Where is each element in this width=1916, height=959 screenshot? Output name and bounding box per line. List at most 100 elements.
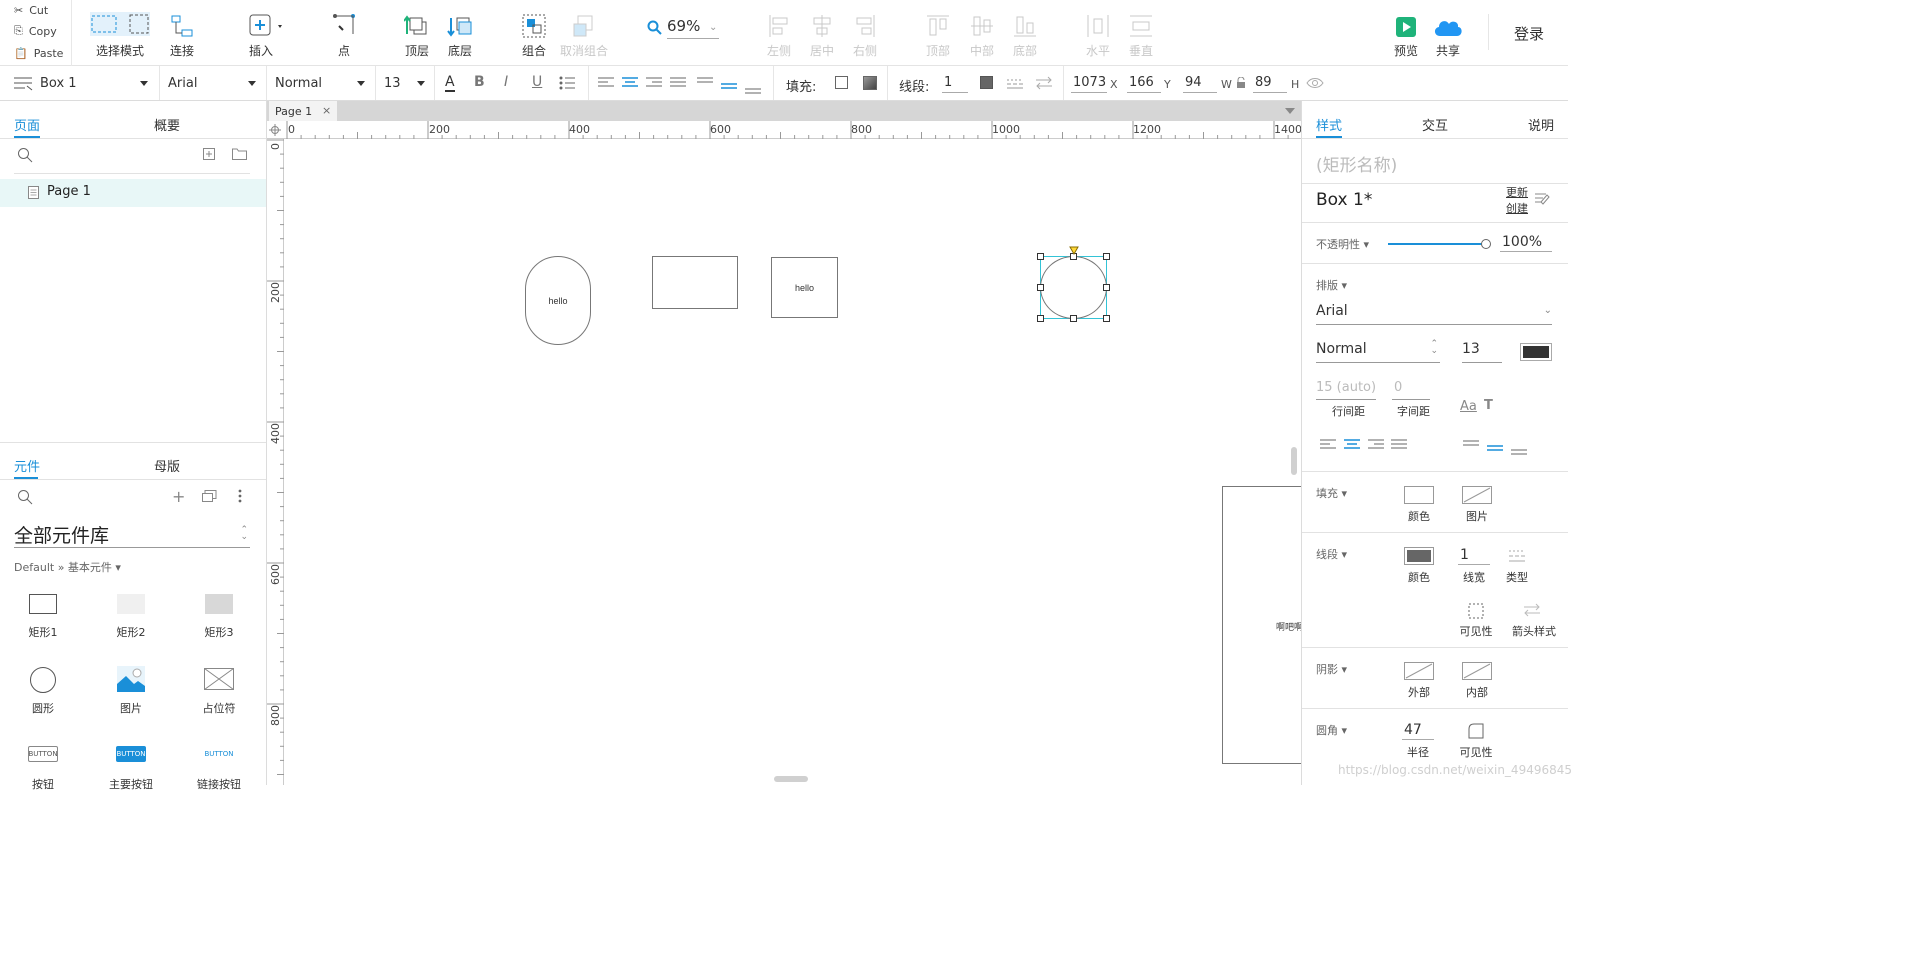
tab-widgets[interactable]: 元件 [14, 456, 40, 475]
canvas-area[interactable]: Page 1 × 0 200 400 600 800 1000 1200 140… [267, 101, 1301, 785]
typography-size-input[interactable]: 13 [1462, 341, 1502, 363]
shape-name-input[interactable]: (矩形名称) [1316, 151, 1397, 176]
rectangle-shape[interactable] [652, 256, 738, 309]
text-justify-icon[interactable] [670, 77, 686, 92]
widget-primary-button[interactable]: BUTTON 主要按钮 [109, 744, 153, 791]
paste-button[interactable]: 📋 Paste [14, 44, 63, 62]
tab-outline[interactable]: 概要 [154, 115, 180, 134]
fill-gradient-swatch[interactable] [863, 76, 877, 90]
copy-button[interactable]: ⎘ Copy [14, 22, 57, 40]
partial-box-shape[interactable]: 啊吧啊 [1222, 486, 1301, 764]
selected-circle-shape[interactable] [1037, 246, 1110, 322]
width-input[interactable]: 94 [1183, 73, 1217, 93]
widget-link-button[interactable]: BUTTON 链接按钮 [197, 744, 241, 791]
share-button[interactable]: 共享 [1431, 8, 1465, 59]
underline-icon[interactable]: U [532, 74, 542, 90]
align-center-button[interactable]: 居中 [808, 8, 836, 59]
vertical-scrollbar[interactable] [1291, 447, 1297, 475]
line-height-input[interactable]: 15 (auto) [1316, 380, 1376, 395]
create-style-link[interactable]: 创建 [1506, 200, 1528, 216]
library-path[interactable]: Default » 基本元件 ▾ [14, 559, 121, 575]
panel-valign-bottom-icon[interactable] [1511, 446, 1527, 460]
widget-rect1[interactable]: 矩形1 [26, 591, 60, 639]
bullet-list-icon[interactable] [559, 76, 575, 93]
y-position-input[interactable]: 166 [1127, 73, 1161, 93]
panel-align-left-icon[interactable] [1320, 439, 1336, 454]
opacity-slider-thumb[interactable] [1481, 239, 1491, 249]
tab-interaction[interactable]: 交互 [1422, 115, 1448, 134]
more-options-icon[interactable] [238, 489, 242, 506]
connect-button[interactable]: 连接 [164, 8, 200, 59]
widget-placeholder[interactable]: 占位符 [202, 666, 236, 715]
stroke-color-swatch[interactable] [980, 76, 993, 89]
fill-color-button[interactable] [1404, 486, 1434, 504]
resize-handle[interactable] [1103, 253, 1110, 260]
style-name[interactable]: Box 1* [1316, 190, 1372, 210]
fill-color-swatch[interactable] [835, 76, 848, 89]
insert-button[interactable]: 插入 [246, 8, 286, 59]
opacity-input[interactable]: 100% [1500, 232, 1552, 252]
login-link[interactable]: 登录 [1514, 23, 1544, 44]
fill-image-button[interactable] [1462, 486, 1492, 504]
widget-rect3[interactable]: 矩形3 [202, 591, 236, 639]
tab-pages[interactable]: 页面 [14, 115, 40, 134]
widget-button[interactable]: BUTTON 按钮 [26, 744, 60, 791]
resize-handle[interactable] [1037, 284, 1044, 291]
align-top-button[interactable]: 顶部 [924, 8, 952, 59]
valign-bottom-icon[interactable] [745, 85, 761, 99]
select-mode-button[interactable]: 选择模式 [88, 8, 152, 59]
stroke-type-icon[interactable] [1509, 550, 1525, 565]
letter-spacing-input[interactable]: 0 [1394, 380, 1402, 395]
widget-search-icon[interactable] [17, 489, 33, 508]
zoom-control[interactable]: 69% ⌄ [647, 16, 719, 40]
text-align-right-icon[interactable] [646, 77, 662, 92]
stroke-color-button[interactable] [1404, 547, 1434, 565]
add-library-icon[interactable]: + [172, 487, 185, 506]
panel-justify-icon[interactable] [1391, 439, 1407, 454]
stroke-pattern-icon[interactable] [1007, 78, 1023, 92]
radius-input[interactable]: 47 [1402, 720, 1434, 740]
height-input[interactable]: 89 [1253, 73, 1287, 93]
text-case-icon[interactable]: Aa [1460, 399, 1477, 414]
bring-top-button[interactable]: 顶层 [402, 8, 432, 59]
arrow-style-icon[interactable] [1036, 76, 1052, 93]
page-list-item[interactable]: Page 1 [0, 179, 266, 207]
widget-circle[interactable]: 圆形 [26, 666, 60, 715]
text-color-picker[interactable] [1520, 343, 1552, 361]
arrow-style-panel-icon[interactable] [1524, 603, 1540, 620]
font-size-dropdown[interactable]: 13 [384, 73, 429, 94]
resize-handle[interactable] [1037, 315, 1044, 322]
inner-shadow-button[interactable] [1462, 662, 1492, 680]
update-style-link[interactable]: 更新 [1506, 184, 1528, 200]
opacity-slider[interactable] [1388, 239, 1491, 249]
typography-font-dropdown[interactable]: Arial ⌄ [1316, 303, 1552, 325]
panel-align-right-icon[interactable] [1368, 439, 1384, 454]
align-middle-button[interactable]: 中部 [968, 8, 996, 59]
text-box-shape[interactable]: hello [771, 257, 838, 318]
align-right-button[interactable]: 右侧 [851, 8, 879, 59]
resize-handle[interactable] [1037, 253, 1044, 260]
font-color-icon[interactable]: A [445, 74, 455, 92]
widget-rect2[interactable]: 矩形2 [114, 591, 148, 639]
font-family-dropdown[interactable]: Arial [168, 73, 260, 94]
cut-button[interactable]: ✂ Cut [14, 1, 48, 19]
distribute-vertical-button[interactable]: 垂直 [1127, 8, 1155, 59]
resize-handle[interactable] [1103, 284, 1110, 291]
widget-name-dropdown[interactable]: Box 1 [40, 73, 152, 94]
align-bottom-button[interactable]: 底部 [1011, 8, 1039, 59]
preview-button[interactable]: 预览 [1392, 8, 1420, 59]
page-tab[interactable]: Page 1 × [269, 101, 337, 121]
outer-shadow-button[interactable] [1404, 662, 1434, 680]
lock-ratio-icon[interactable] [1236, 76, 1246, 92]
manage-styles-icon[interactable] [1534, 192, 1550, 209]
tab-notes[interactable]: 说明 [1528, 115, 1554, 134]
valign-middle-icon[interactable] [721, 80, 737, 94]
library-select[interactable]: 全部元件库 ⌃ ⌄ [14, 521, 250, 548]
stroke-width-field[interactable]: 1 [1458, 545, 1490, 565]
radius-visibility-icon[interactable] [1468, 723, 1484, 742]
tab-menu-chevron-icon[interactable] [1285, 108, 1295, 114]
horizontal-scrollbar[interactable] [774, 776, 808, 782]
stroke-visibility-icon[interactable] [1468, 603, 1484, 622]
distribute-horizontal-button[interactable]: 水平 [1084, 8, 1112, 59]
stroke-width-input[interactable]: 1 [942, 73, 968, 93]
